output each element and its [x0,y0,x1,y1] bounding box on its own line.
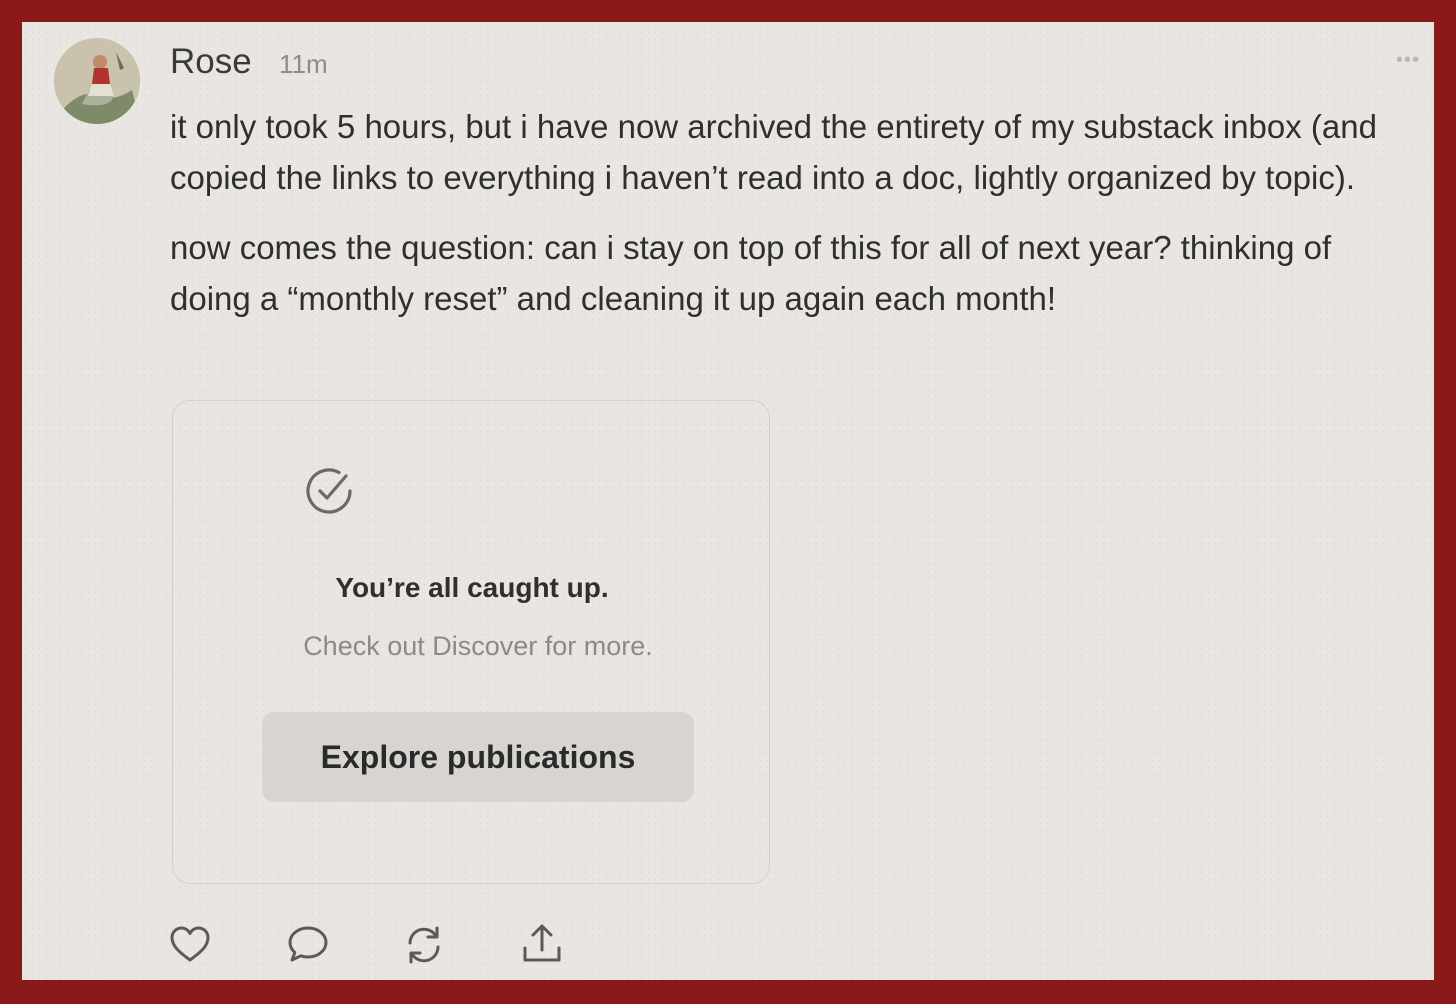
post-timestamp: 11m [279,49,328,79]
share-button[interactable] [519,922,565,968]
explore-publications-button[interactable]: Explore publications [262,712,694,802]
post-body: it only took 5 hours, but i have now arc… [170,102,1410,344]
comment-button[interactable] [285,922,331,968]
post-paragraph: now comes the question: can i stay on to… [170,229,1332,317]
comment-icon [288,926,328,962]
post-paragraph: it only took 5 hours, but i have now arc… [170,108,1377,196]
caught-up-subtitle: Check out Discover for more. [303,631,653,661]
check-circle-icon [306,468,352,514]
restack-icon [408,926,440,964]
note-card: ••• Rose 11m it only took 5 hours, but i… [22,22,1434,980]
restack-button[interactable] [401,922,447,968]
heart-icon [170,926,210,962]
caught-up-title: You’re all caught up. [335,572,609,603]
author-name[interactable]: Rose [170,42,252,82]
more-options-icon[interactable]: ••• [1396,50,1420,70]
like-button[interactable] [167,922,213,968]
avatar[interactable] [54,38,140,124]
avatar-illustration [54,38,140,124]
share-icon [523,924,561,962]
